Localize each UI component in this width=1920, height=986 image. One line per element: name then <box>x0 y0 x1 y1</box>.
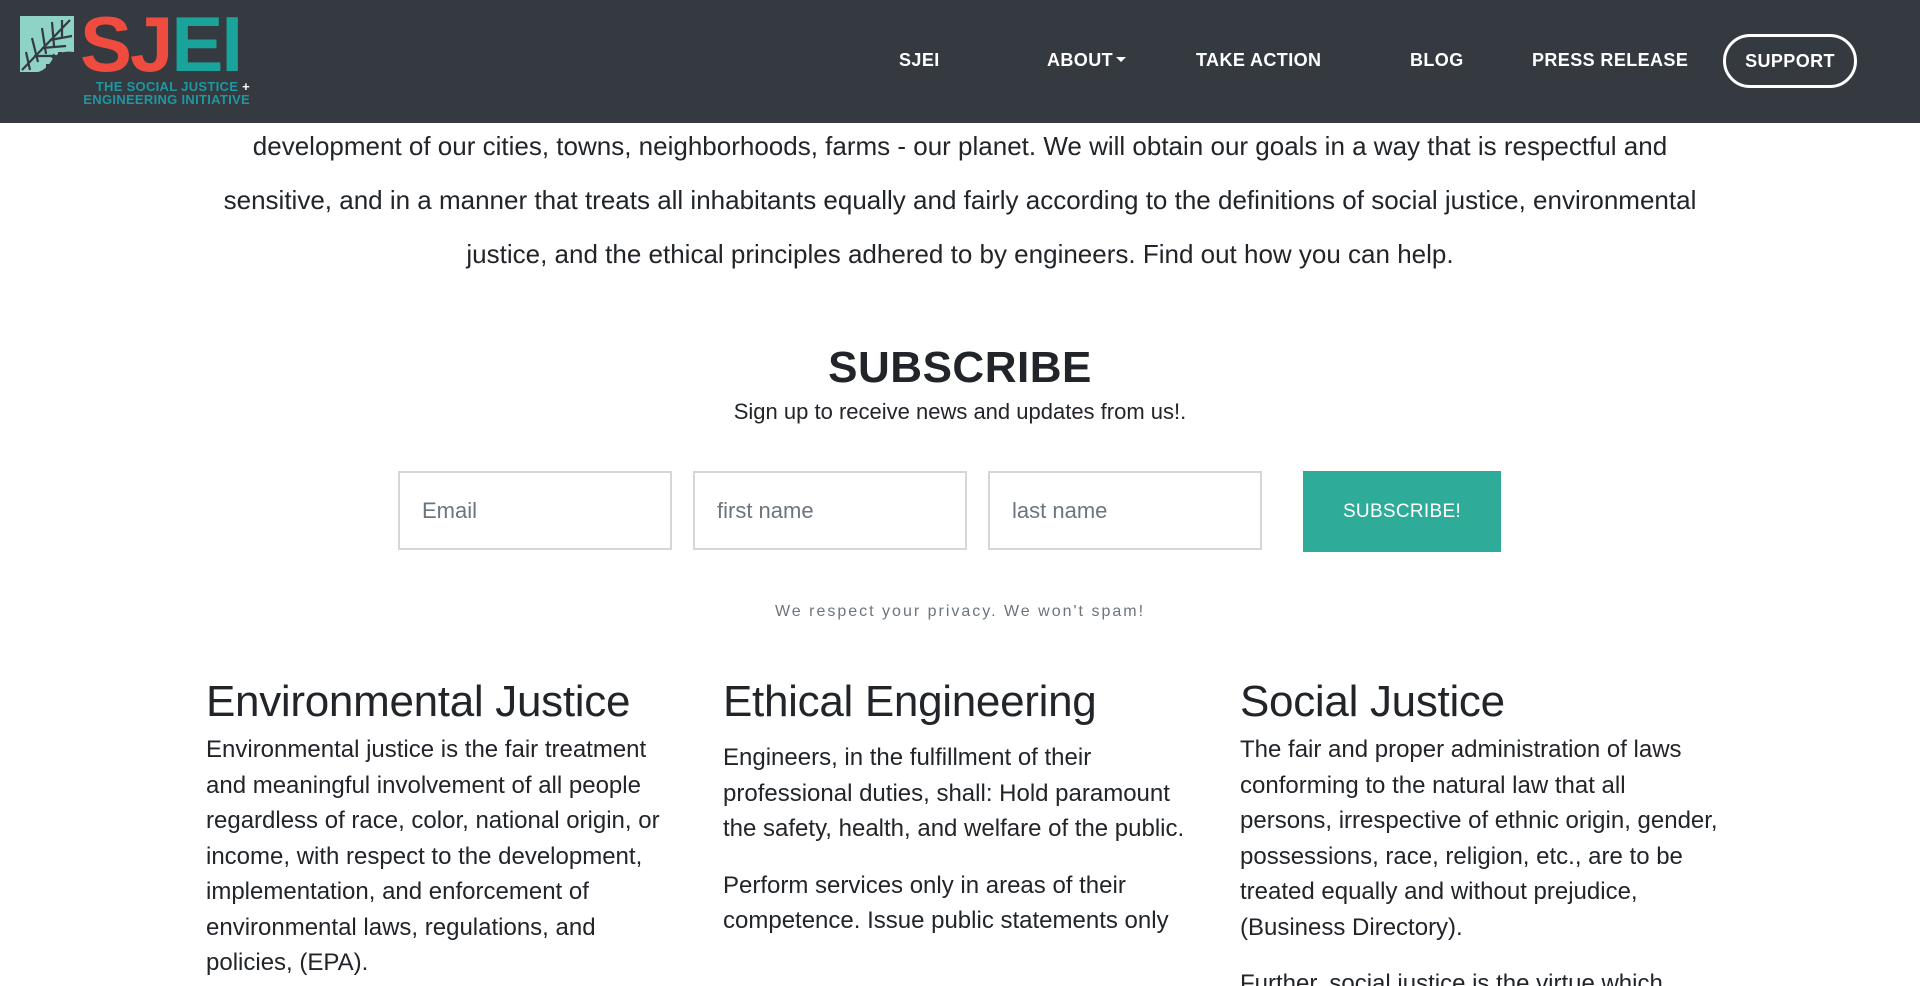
column-paragraph: Environmental justice is the fair treatm… <box>206 736 660 976</box>
column-environmental-justice: Environmental Justice Environmental just… <box>206 674 686 981</box>
logo-letters-sj: SJ <box>80 0 173 88</box>
last-name-field[interactable] <box>988 471 1262 550</box>
logo-tagline-line2: ENGINEERING INITIATIVE <box>83 92 250 107</box>
nav-item-take-action[interactable]: TAKE ACTION <box>1196 50 1321 71</box>
nav-item-about-label: ABOUT <box>1047 50 1113 70</box>
logo-tagline: THE SOCIAL JUSTICE + ENGINEERING INITIAT… <box>80 80 250 106</box>
nav-item-about[interactable]: ABOUT <box>1047 50 1126 71</box>
column-paragraph: Engineers, in the fulfillment of their p… <box>723 744 1185 842</box>
first-name-field[interactable] <box>693 471 967 550</box>
column-paragraph: Perform services only in areas of their … <box>723 871 1169 935</box>
column-paragraph: The fair and proper administration of la… <box>1240 736 1718 941</box>
column-ethical-engineering: Ethical Engineering Engineers, in the fu… <box>723 674 1203 939</box>
support-button[interactable]: SUPPORT <box>1723 34 1857 88</box>
logo-letters-ei: EI <box>171 0 243 88</box>
subscribe-title: SUBSCRIBE <box>828 343 1092 392</box>
top-navbar: SJEI THE SOCIAL JUSTICE + ENGINEERING IN… <box>0 0 1920 123</box>
intro-paragraph: development of our cities, towns, neighb… <box>223 131 1697 269</box>
column-social-justice: Social Justice The fair and proper admin… <box>1240 674 1720 986</box>
privacy-note: We respect your privacy. We won't spam! <box>774 603 1146 620</box>
nav-item-blog[interactable]: BLOG <box>1410 50 1464 71</box>
logo-wordmark: SJEI <box>80 4 243 84</box>
subscribe-subtitle: Sign up to receive news and updates from… <box>733 399 1187 424</box>
chevron-down-icon <box>1116 56 1126 62</box>
leaf-gear-icon <box>20 16 74 74</box>
email-field[interactable] <box>398 471 672 550</box>
column-paragraph: Further, social justice is the virtue wh… <box>1240 970 1663 986</box>
nav-item-press-release[interactable]: PRESS RELEASE <box>1532 50 1688 71</box>
column-title: Ethical Engineering <box>723 677 1097 726</box>
nav-item-sjei[interactable]: SJEI <box>899 50 940 71</box>
sjei-logo[interactable]: SJEI THE SOCIAL JUSTICE + ENGINEERING IN… <box>16 4 250 110</box>
subscribe-button[interactable]: SUBSCRIBE! <box>1303 471 1501 552</box>
column-title: Environmental Justice <box>206 677 631 726</box>
column-title: Social Justice <box>1240 677 1505 726</box>
